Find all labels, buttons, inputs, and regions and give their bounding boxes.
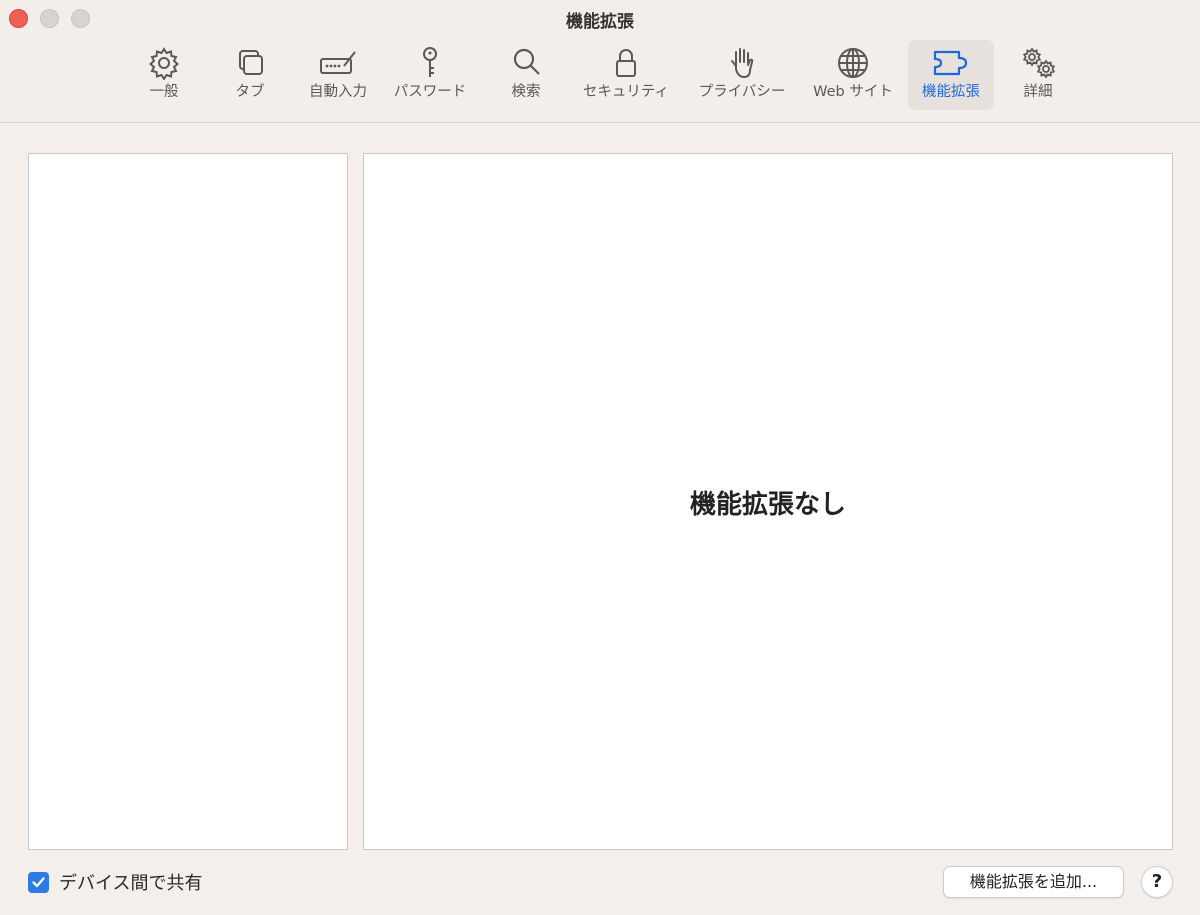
share-across-devices-label: デバイス間で共有 xyxy=(59,873,203,894)
autofill-icon xyxy=(320,51,356,74)
tabs-icon xyxy=(239,50,263,75)
toolbar-extensions-label: 機能拡張 xyxy=(922,84,980,100)
toolbar-security-label: セキュリティ xyxy=(582,84,670,100)
hand-icon xyxy=(731,48,754,79)
window-title: 機能拡張 xyxy=(566,12,634,32)
key-icon xyxy=(423,47,437,77)
share-across-devices-row[interactable]: デバイス間で共有 xyxy=(28,870,202,894)
empty-state-message: 機能拡張なし xyxy=(689,490,846,520)
toolbar-security[interactable]: セキュリティ xyxy=(574,40,678,110)
preferences-window: 機能拡張 一般 タブ 自動入力 パスワード 検索 セキュリティ プライバシー W… xyxy=(0,0,1200,915)
toolbar-privacy[interactable]: プライバシー xyxy=(690,40,794,110)
toolbar-passwords[interactable]: パスワード xyxy=(384,40,476,110)
gear-icon xyxy=(148,47,180,80)
toolbar-passwords-label: パスワード xyxy=(393,84,467,100)
extension-detail-panel: 機能拡張なし xyxy=(363,153,1173,850)
toolbar-tabs[interactable]: タブ xyxy=(208,40,292,110)
toolbar-extensions[interactable]: 機能拡張 xyxy=(908,40,994,110)
toolbar-general-label: 一般 xyxy=(149,84,179,100)
checkmark-icon xyxy=(32,876,45,887)
puzzle-icon xyxy=(933,50,968,76)
toolbar-autofill-label: 自動入力 xyxy=(309,84,367,100)
help-button[interactable]: ? xyxy=(1141,866,1173,898)
toolbar-advanced-label: 詳細 xyxy=(1023,84,1053,100)
toolbar-search-label: 検索 xyxy=(511,84,541,100)
toolbar-advanced[interactable]: 詳細 xyxy=(998,40,1078,110)
globe-icon xyxy=(838,48,868,78)
titlebar: 機能拡張 一般 タブ 自動入力 パスワード 検索 セキュリティ プライバシー W… xyxy=(0,0,1200,123)
toolbar-websites[interactable]: Web サイト xyxy=(804,40,902,110)
toolbar-privacy-label: プライバシー xyxy=(698,84,786,100)
toolbar-tabs-label: タブ xyxy=(235,84,265,100)
share-across-devices-checkbox[interactable] xyxy=(28,871,49,893)
toolbar-general[interactable]: 一般 xyxy=(122,40,206,110)
lock-icon xyxy=(616,49,636,77)
toolbar-autofill[interactable]: 自動入力 xyxy=(298,40,378,110)
add-extension-button[interactable]: 機能拡張を追加... xyxy=(943,866,1124,898)
extensions-list[interactable] xyxy=(28,153,348,850)
search-icon xyxy=(513,48,540,75)
toolbar-search[interactable]: 検索 xyxy=(484,40,568,110)
gears-icon xyxy=(1022,47,1056,79)
toolbar-websites-label: Web サイト xyxy=(813,84,893,100)
